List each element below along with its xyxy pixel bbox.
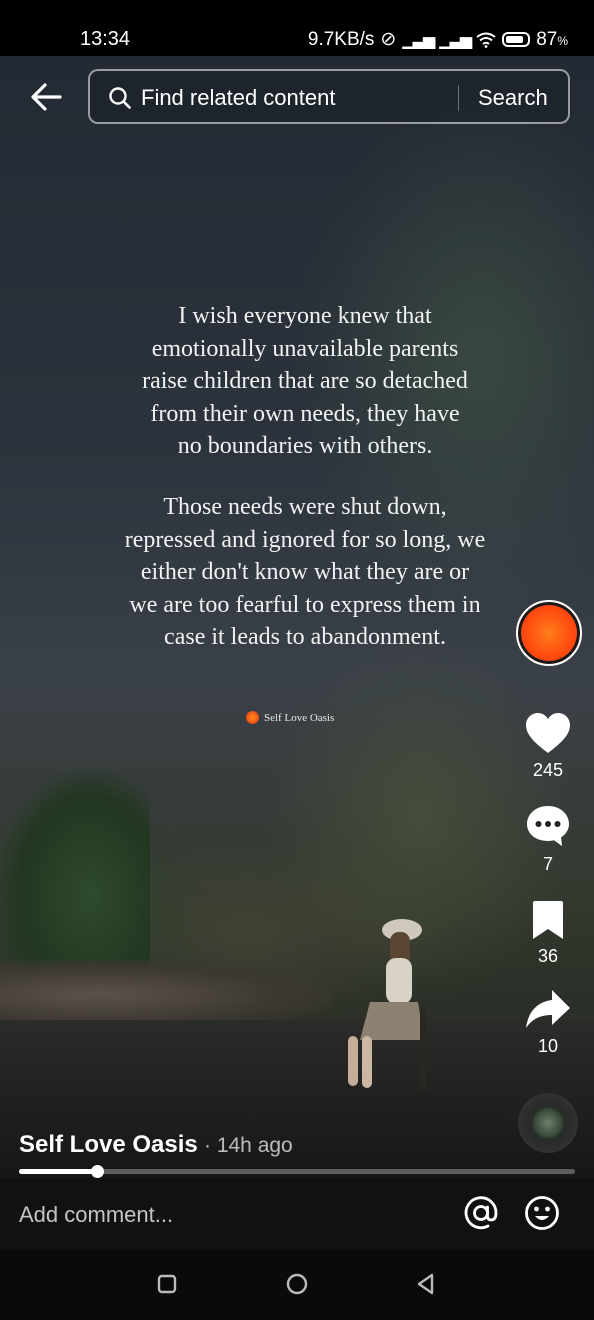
share-arrow-icon (526, 990, 570, 1028)
comment-bar: Add comment... (0, 1178, 594, 1250)
wifi-icon (476, 32, 496, 48)
video-watermark: Self Love Oasis (246, 711, 334, 724)
quote-line: Those needs were shut down, (163, 494, 447, 520)
back-arrow-icon[interactable] (28, 80, 64, 114)
status-indicators: 9.7KB/s ⊘ ▁▃▅ ▁▃▅ 87% (308, 28, 568, 51)
video-figure (348, 919, 426, 1090)
search-button[interactable]: Search (478, 85, 548, 111)
comment-bubble-icon (527, 806, 569, 846)
quote-line: we are too fearful to express them in (129, 591, 481, 618)
system-nav-bar (0, 1250, 594, 1320)
creator-avatar[interactable] (516, 600, 582, 666)
music-disc[interactable] (518, 1093, 578, 1153)
search-placeholder: Find related content (141, 85, 336, 110)
search-input[interactable]: Find related content Search (88, 69, 570, 124)
quote-line: either don't know what they are or (140, 559, 470, 585)
network-speed: 9.7KB/s (307, 28, 375, 50)
share-button[interactable]: 10 (520, 988, 576, 1057)
post-time: · 14h ago (204, 1134, 293, 1157)
search-icon (109, 87, 131, 109)
video-progress-handle[interactable] (90, 1165, 104, 1178)
bookmark-icon (533, 901, 563, 939)
video-progress-bar[interactable] (19, 1165, 575, 1178)
dnd-icon: ⊘ (380, 29, 397, 50)
comment-input[interactable]: Add comment... (19, 1202, 173, 1228)
quote-line: I wish everyone knew that (178, 303, 432, 329)
signal-icon: ▁▃▅ (402, 31, 435, 49)
battery-icon (502, 32, 531, 47)
signal-icon-2: ▁▃▅ (439, 31, 472, 49)
comment-button[interactable]: 7 (520, 804, 576, 875)
status-time: 13:34 (80, 28, 131, 50)
quote-paragraph-1: I wish everyone knew that emotionally un… (90, 300, 520, 463)
quote-line: raise children that are so detached (142, 368, 468, 394)
quote-line: repressed and ignored for so long, we (124, 526, 486, 553)
status-bar: 13:34 9.7KB/s ⊘ ▁▃▅ ▁▃▅ 87% (0, 0, 594, 56)
save-count: 36 (537, 946, 559, 966)
like-button[interactable]: 245 (520, 712, 576, 781)
share-count: 10 (537, 1036, 559, 1056)
quote-line: no boundaries with others. (177, 433, 433, 459)
video-progress-fill (19, 1169, 97, 1174)
square-icon[interactable] (155, 1272, 179, 1296)
save-button[interactable]: 36 (520, 900, 576, 967)
watermark-logo (246, 711, 259, 724)
triangle-back-icon[interactable] (414, 1272, 438, 1296)
quote-paragraph-2: Those needs were shut down, repressed an… (90, 491, 520, 654)
at-sign-icon[interactable] (463, 1195, 499, 1231)
like-count: 245 (532, 760, 564, 780)
comment-count: 7 (542, 854, 553, 874)
quote-line: from their own needs, they have (150, 400, 460, 427)
circle-icon[interactable] (285, 1272, 309, 1296)
emoji-icon[interactable] (524, 1195, 560, 1231)
quote-line: case it leads to abandonment. (164, 624, 446, 650)
heart-icon (526, 713, 570, 753)
watermark-text: Self Love Oasis (264, 711, 335, 724)
battery-level: 87% (536, 28, 568, 50)
search-divider (458, 85, 459, 111)
author-name[interactable]: Self Love Oasis (19, 1131, 198, 1159)
video-trees (0, 770, 150, 980)
quote-line: emotionally unavailable parents (151, 335, 459, 362)
